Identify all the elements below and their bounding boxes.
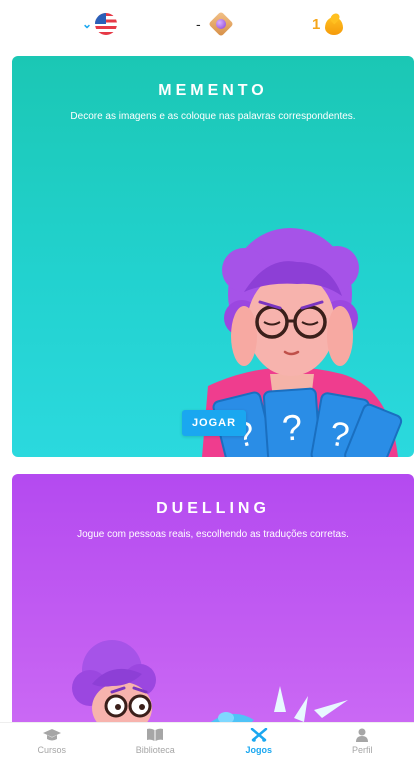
graduation-cap-icon <box>42 728 62 742</box>
memento-description: Decore as imagens e as coloque nas palav… <box>12 111 414 122</box>
nav-label-cursos: Cursos <box>37 745 66 755</box>
nav-item-jogos[interactable]: Jogos <box>207 723 311 757</box>
nav-item-biblioteca[interactable]: Biblioteca <box>104 723 208 757</box>
memento-title: MEMENTO <box>12 82 414 100</box>
gems-counter[interactable]: - <box>196 10 233 38</box>
nav-label-perfil: Perfil <box>352 745 373 755</box>
streak-value: 1 <box>312 16 320 33</box>
user-icon <box>355 728 369 742</box>
nav-item-cursos[interactable]: Cursos <box>0 723 104 757</box>
duelling-title: DUELLING <box>12 500 414 518</box>
play-memento-button[interactable]: JOGAR <box>182 410 246 436</box>
nav-label-jogos: Jogos <box>245 745 272 755</box>
swords-icon <box>250 728 268 742</box>
us-flag-icon <box>95 13 117 35</box>
nav-label-biblioteca: Biblioteca <box>136 745 175 755</box>
flame-icon <box>325 13 343 35</box>
chevron-down-icon: ⌄ <box>82 17 92 31</box>
game-card-memento[interactable]: ? ? ? MEMENTO Decore as imagens e as col… <box>12 56 414 457</box>
gem-icon <box>209 12 233 36</box>
duelling-description: Jogue com pessoas reais, escolhendo as t… <box>12 529 414 540</box>
game-card-duelling[interactable]: DUELLING Jogue com pessoas reais, escolh… <box>12 474 414 756</box>
svg-text:?: ? <box>281 406 304 448</box>
gems-value: - <box>196 16 201 32</box>
bottom-navigation: Cursos Biblioteca Jogos Perfil <box>0 722 414 757</box>
top-status-bar: ⌄ - 1 <box>0 0 414 48</box>
nav-item-perfil[interactable]: Perfil <box>311 723 414 757</box>
language-selector[interactable]: ⌄ <box>82 10 117 38</box>
book-icon <box>146 728 164 742</box>
streak-counter[interactable]: 1 <box>312 10 343 38</box>
